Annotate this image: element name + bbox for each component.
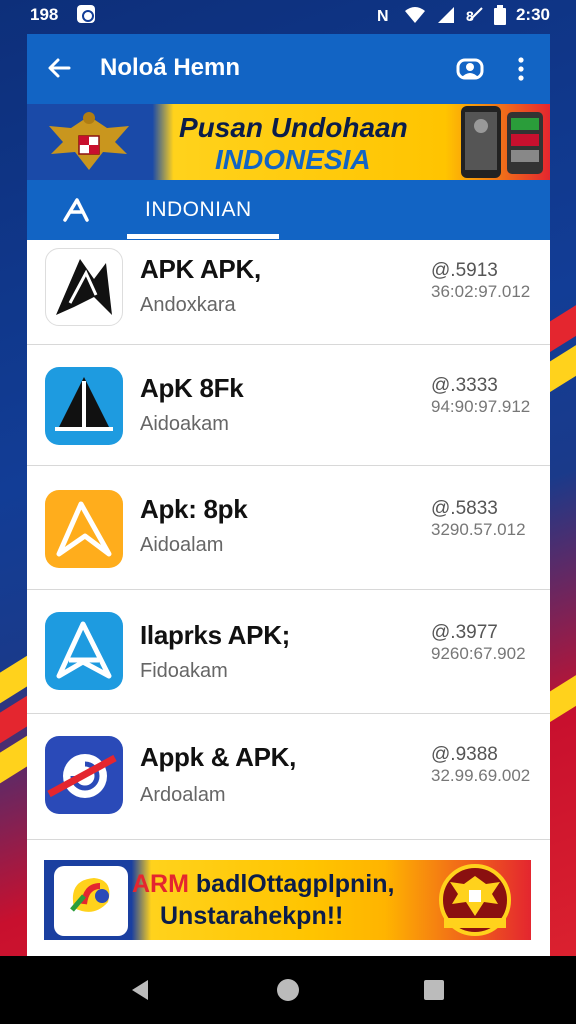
banner-headline: Pusan Undohaan [179,112,408,143]
arrow-left-icon[interactable] [43,52,75,84]
app-date: 32.99.69.002 [431,766,531,785]
app-name: Ilaprks APK; [140,620,291,650]
app-date: 9260:67.902 [431,644,526,663]
vibrate-icon: 8 [466,7,483,24]
top-promo-banner[interactable]: Pusan Undohaan INDONESIA [27,104,550,180]
status-time-right: 2:30 [515,5,550,24]
home-circle-icon[interactable] [274,976,302,1004]
status-time-left: 198 [30,5,59,24]
smartphone-icon [461,106,543,178]
app-value: @.5913 [431,260,498,281]
tab-indonian[interactable]: INDONIAN [145,198,252,222]
app-value: @.3333 [431,375,498,396]
status-icons: N 8 2:30 [376,5,550,25]
apk-blue-a-icon [45,612,123,690]
app-developer: Ardoalam [140,784,226,806]
app-value: @.3977 [431,622,498,643]
banner-subheadline: INDONESIA [215,144,371,175]
bottom-ad-banner[interactable]: Ghoooooua ARM badlOttagplpnin, Unstarahe… [44,860,531,940]
list-item[interactable]: Ilaprks APK; Fidoakam @.3977 9260:67.902 [27,590,550,714]
app-date: 36:02:97.012 [431,282,531,301]
list-item[interactable]: Appk & APK, Ardoalam @.9388 32.99.69.002 [27,714,550,840]
app-developer: Aidoakam [140,413,229,435]
app-name: ApK 8Fk [140,373,244,403]
app-developer: Fidoakam [140,660,228,682]
app-bar: Noloá Hemn [27,34,550,104]
ad-headline: ARM badlOttagplpnin, [132,870,395,898]
app-logo-icon[interactable] [61,196,91,224]
ad-logo-caption: Ghoooooua [55,924,107,934]
more-vert-icon[interactable] [511,54,531,84]
ad-subheadline: Unstarahekpn!! [160,902,344,930]
svg-text:N: N [377,8,389,24]
app-date: 94:90:97.912 [431,397,531,416]
back-triangle-icon[interactable] [126,976,154,1004]
app-name: Apk: 8pk [140,494,248,524]
profile-icon[interactable] [455,54,485,84]
app-date: 3290.57.012 [431,520,526,539]
notification-icon [77,5,95,23]
app-value: @.9388 [431,744,498,765]
recents-square-icon[interactable] [420,976,448,1004]
apk-black-a-icon [45,248,123,326]
system-nav-bar [0,956,576,1024]
nfc-icon: N [377,8,389,24]
apk-sailboat-icon [45,367,123,445]
garuda-emblem-icon [49,112,129,170]
app-name: Appk & APK, [140,742,297,772]
page-title: Noloá Hemn [100,54,241,81]
app-value: @.5833 [431,498,498,519]
app-developer: Aidoalam [140,534,224,556]
signal-icon [437,7,454,23]
app-name: APK APK, [140,254,261,284]
battery-icon [493,5,506,25]
app-developer: Andoxkara [140,294,236,316]
list-item[interactable]: APK APK, Andoxkara @.5913 36:02:97.012 [27,240,550,345]
apk-swirl-icon [45,736,123,814]
apk-orange-a-icon [45,490,123,568]
government-seal-icon [439,864,511,936]
status-bar: 198 N 8 2:30 [0,0,576,30]
list-item[interactable]: Apk: 8pk Aidoalam @.5833 3290.57.012 [27,466,550,590]
list-item[interactable]: ApK 8Fk Aidoakam @.3333 94:90:97.912 [27,345,550,466]
wifi-icon [404,7,425,23]
tab-active-indicator [127,234,279,239]
tab-bar: INDONIAN [27,180,550,240]
app-window: Noloá Hemn Pusan Undohaan INDONESIA INDO… [27,34,550,956]
